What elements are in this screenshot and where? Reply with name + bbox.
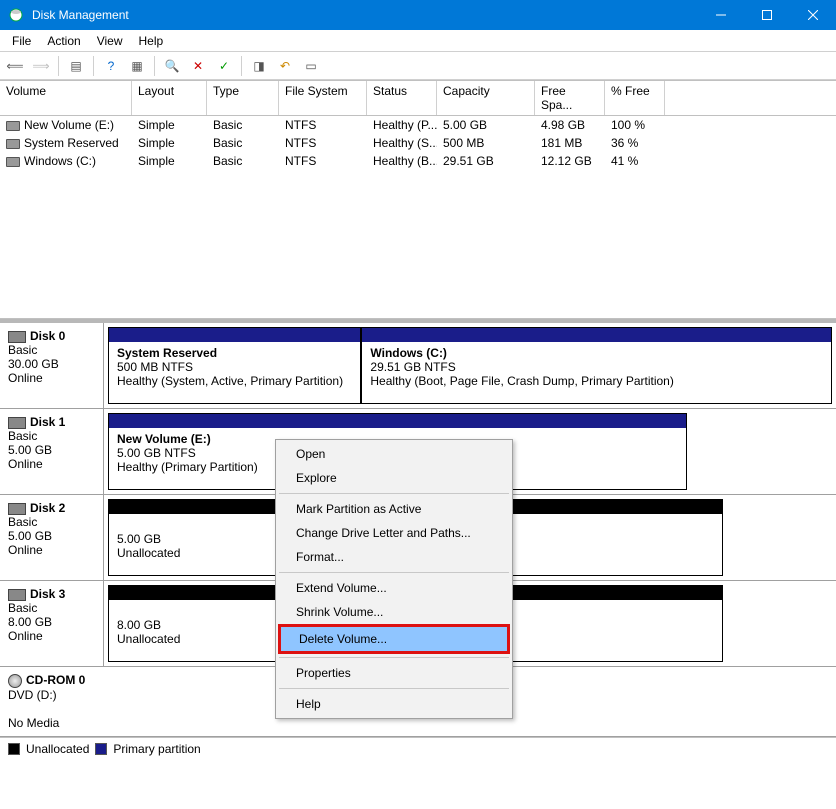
col-volume[interactable]: Volume	[0, 81, 132, 115]
ctx-mark-active[interactable]: Mark Partition as Active	[278, 497, 510, 521]
window-title: Disk Management	[32, 8, 698, 22]
context-menu: Open Explore Mark Partition as Active Ch…	[275, 439, 513, 719]
back-button[interactable]: ⟸	[4, 55, 26, 77]
legend-label: Primary partition	[113, 742, 200, 756]
check-icon[interactable]: ✓	[213, 55, 235, 77]
disk-info[interactable]: Disk 1 Basic 5.00 GB Online	[0, 409, 104, 494]
app-icon	[8, 7, 24, 23]
props-icon[interactable]: ▭	[300, 55, 322, 77]
ctx-open[interactable]: Open	[278, 442, 510, 466]
search-icon[interactable]: 🔍	[161, 55, 183, 77]
disk-icon	[8, 503, 26, 515]
ctx-extend-volume[interactable]: Extend Volume...	[278, 576, 510, 600]
table-row[interactable]: Windows (C:) Simple Basic NTFS Healthy (…	[0, 152, 836, 170]
table-header: Volume Layout Type File System Status Ca…	[0, 80, 836, 116]
ctx-help[interactable]: Help	[278, 692, 510, 716]
volume-icon	[6, 139, 20, 149]
disk-info[interactable]: Disk 0 Basic 30.00 GB Online	[0, 323, 104, 408]
maximize-button[interactable]	[744, 0, 790, 30]
attach-icon[interactable]: ◨	[248, 55, 270, 77]
menu-bar: File Action View Help	[0, 30, 836, 52]
menu-view[interactable]: View	[89, 32, 131, 50]
volume-table: Volume Layout Type File System Status Ca…	[0, 80, 836, 319]
forward-button[interactable]: ⟹	[30, 55, 52, 77]
disk-info[interactable]: Disk 3 Basic 8.00 GB Online	[0, 581, 104, 666]
col-layout[interactable]: Layout	[132, 81, 207, 115]
volume-icon	[6, 157, 20, 167]
volume-icon	[6, 121, 20, 131]
disk-row: Disk 0 Basic 30.00 GB Online System Rese…	[0, 323, 836, 409]
title-bar: Disk Management	[0, 0, 836, 30]
delete-icon[interactable]: ✕	[187, 55, 209, 77]
ctx-format[interactable]: Format...	[278, 545, 510, 569]
disk-info[interactable]: Disk 2 Basic 5.00 GB Online	[0, 495, 104, 580]
cdrom-icon	[8, 674, 22, 688]
col-filesystem[interactable]: File System	[279, 81, 367, 115]
legend: Unallocated Primary partition	[0, 737, 836, 760]
col-status[interactable]: Status	[367, 81, 437, 115]
col-freespace[interactable]: Free Spa...	[535, 81, 605, 115]
close-button[interactable]	[790, 0, 836, 30]
menu-action[interactable]: Action	[39, 32, 88, 50]
layout-icon[interactable]: ▦	[126, 55, 148, 77]
minimize-button[interactable]	[698, 0, 744, 30]
view-icon[interactable]: ▤	[65, 55, 87, 77]
col-pctfree[interactable]: % Free	[605, 81, 665, 115]
disk-icon	[8, 417, 26, 429]
help-icon[interactable]: ?	[100, 55, 122, 77]
menu-help[interactable]: Help	[131, 32, 172, 50]
partition-windows-c[interactable]: Windows (C:)29.51 GB NTFSHealthy (Boot, …	[361, 327, 832, 404]
ctx-delete-volume[interactable]: Delete Volume...	[281, 627, 507, 651]
toolbar: ⟸ ⟹ ▤ ? ▦ 🔍 ✕ ✓ ◨ ↶ ▭	[0, 52, 836, 80]
disk-icon	[8, 331, 26, 343]
ctx-change-drive-letter[interactable]: Change Drive Letter and Paths...	[278, 521, 510, 545]
table-row[interactable]: New Volume (E:) Simple Basic NTFS Health…	[0, 116, 836, 134]
disk-icon	[8, 589, 26, 601]
legend-label: Unallocated	[26, 742, 89, 756]
menu-file[interactable]: File	[4, 32, 39, 50]
table-row[interactable]: System Reserved Simple Basic NTFS Health…	[0, 134, 836, 152]
col-capacity[interactable]: Capacity	[437, 81, 535, 115]
legend-swatch-primary	[95, 743, 107, 755]
col-type[interactable]: Type	[207, 81, 279, 115]
ctx-properties[interactable]: Properties	[278, 661, 510, 685]
ctx-shrink-volume[interactable]: Shrink Volume...	[278, 600, 510, 624]
partition-system-reserved[interactable]: System Reserved500 MB NTFSHealthy (Syste…	[108, 327, 361, 404]
ctx-explore[interactable]: Explore	[278, 466, 510, 490]
legend-swatch-unallocated	[8, 743, 20, 755]
highlight-box: Delete Volume...	[278, 624, 510, 654]
revert-icon[interactable]: ↶	[274, 55, 296, 77]
